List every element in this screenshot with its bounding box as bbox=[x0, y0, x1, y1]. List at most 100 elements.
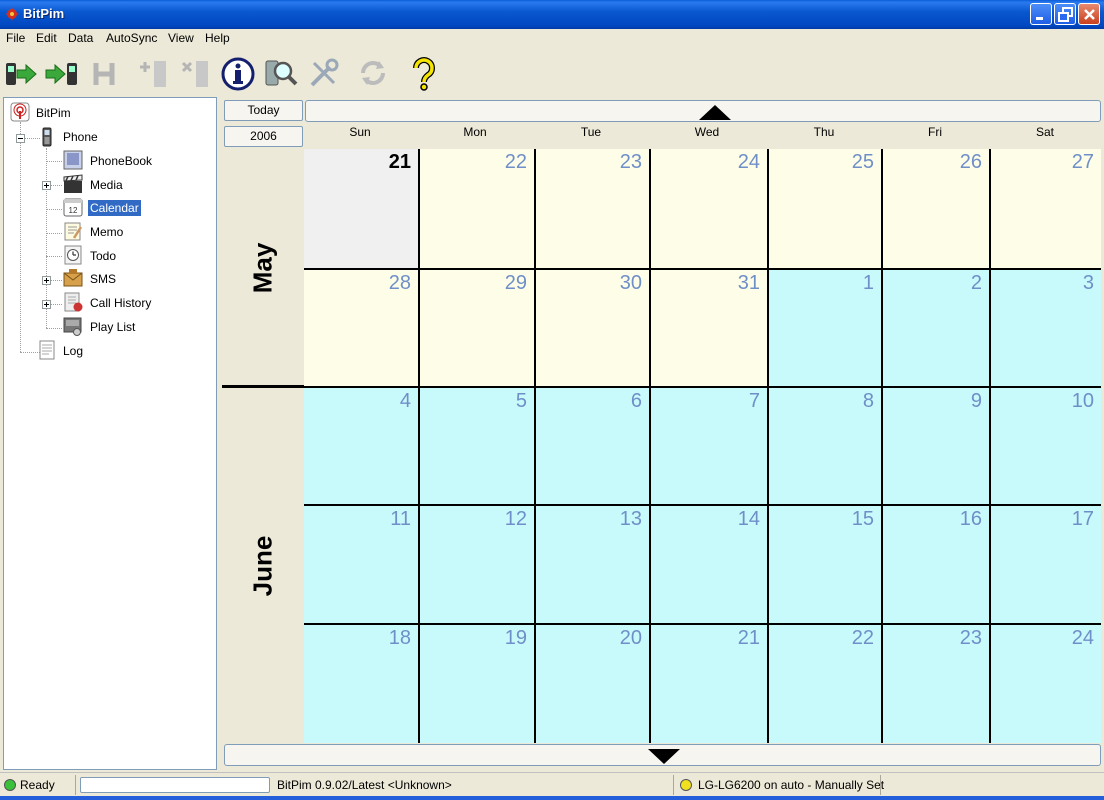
day-cell[interactable]: 12 bbox=[420, 506, 534, 623]
close-button[interactable] bbox=[1078, 3, 1100, 25]
tree-expand-call-history[interactable] bbox=[42, 300, 51, 309]
minimize-button[interactable] bbox=[1030, 3, 1052, 25]
day-cell[interactable]: 11 bbox=[304, 506, 418, 623]
today-button[interactable]: Today bbox=[224, 100, 303, 121]
tree-item-log[interactable]: Log bbox=[61, 343, 85, 359]
get-phone-data-button[interactable] bbox=[3, 55, 39, 91]
month-name: June bbox=[247, 535, 278, 596]
day-cell[interactable]: 21 bbox=[304, 149, 418, 268]
dow-thu: Thu bbox=[813, 125, 835, 139]
menu-view[interactable]: View bbox=[168, 31, 194, 45]
tree-item-memo[interactable]: Memo bbox=[88, 224, 125, 240]
menu-help[interactable]: Help bbox=[205, 31, 230, 45]
settings-tools-button[interactable] bbox=[306, 55, 342, 91]
todo-clock-icon bbox=[64, 245, 82, 265]
tree-expand-sms[interactable] bbox=[42, 276, 51, 285]
day-cell[interactable]: 14 bbox=[651, 506, 767, 623]
dow-tue: Tue bbox=[580, 125, 602, 139]
status-separator bbox=[673, 775, 674, 795]
day-cell[interactable]: 3 bbox=[991, 270, 1101, 386]
call-history-icon bbox=[64, 292, 83, 312]
day-cell[interactable]: 4 bbox=[304, 388, 418, 504]
day-cell[interactable]: 9 bbox=[883, 388, 989, 504]
scroll-down-bar[interactable] bbox=[224, 744, 1101, 766]
menu-data[interactable]: Data bbox=[68, 31, 93, 45]
day-cell[interactable]: 22 bbox=[420, 149, 534, 268]
day-cell[interactable]: 23 bbox=[883, 625, 989, 743]
day-cell[interactable]: 24 bbox=[651, 149, 767, 268]
day-cell[interactable]: 29 bbox=[420, 270, 534, 386]
bitpim-window: BitPim File Edit Data AutoSync View Help bbox=[0, 0, 1104, 800]
day-cell[interactable]: 24 bbox=[991, 625, 1101, 743]
dow-sun: Sun bbox=[349, 125, 371, 139]
day-cell[interactable]: 15 bbox=[769, 506, 881, 623]
close-icon bbox=[1084, 9, 1095, 20]
tree-item-calendar[interactable]: Calendar bbox=[88, 200, 141, 216]
day-cell[interactable]: 27 bbox=[991, 149, 1101, 268]
day-cell[interactable]: 19 bbox=[420, 625, 534, 743]
day-number: 14 bbox=[737, 508, 760, 530]
day-cell[interactable]: 31 bbox=[651, 270, 767, 386]
log-document-icon bbox=[39, 340, 55, 360]
day-number: 30 bbox=[619, 272, 642, 294]
day-cell[interactable]: 21 bbox=[651, 625, 767, 743]
day-cell[interactable]: 13 bbox=[536, 506, 649, 623]
month-label-may: May bbox=[222, 149, 304, 386]
day-cell[interactable]: 1 bbox=[769, 270, 881, 386]
day-cell[interactable]: 23 bbox=[536, 149, 649, 268]
tree-collapse-phone[interactable] bbox=[16, 134, 25, 143]
day-cell[interactable]: 6 bbox=[536, 388, 649, 504]
day-cell[interactable]: 25 bbox=[769, 149, 881, 268]
refresh-button[interactable] bbox=[355, 55, 391, 91]
menu-edit[interactable]: Edit bbox=[36, 31, 57, 45]
status-version: BitPim 0.9.02/Latest <Unknown> bbox=[277, 778, 452, 792]
menu-autosync[interactable]: AutoSync bbox=[106, 31, 157, 45]
menu-file[interactable]: File bbox=[6, 31, 25, 45]
day-cell[interactable]: 30 bbox=[536, 270, 649, 386]
tree-item-todo[interactable]: Todo bbox=[88, 248, 118, 264]
day-cell[interactable]: 26 bbox=[883, 149, 989, 268]
delete-entry-button[interactable] bbox=[178, 55, 214, 91]
tree-item-play-list[interactable]: Play List bbox=[88, 319, 137, 335]
tree-item-media[interactable]: Media bbox=[88, 177, 125, 193]
day-cell[interactable]: 10 bbox=[991, 388, 1101, 504]
add-entry-button[interactable] bbox=[136, 55, 172, 91]
taskbar-edge bbox=[0, 796, 1104, 800]
tree-item-bitpim[interactable]: BitPim bbox=[34, 105, 73, 121]
history-button[interactable] bbox=[88, 55, 124, 91]
day-cell[interactable]: 17 bbox=[991, 506, 1101, 623]
day-cell[interactable]: 2 bbox=[883, 270, 989, 386]
month-label-june: June bbox=[222, 388, 304, 743]
tree-expand-media[interactable] bbox=[42, 181, 51, 190]
day-number: 9 bbox=[970, 390, 982, 412]
day-cell[interactable]: 8 bbox=[769, 388, 881, 504]
scroll-up-bar[interactable] bbox=[305, 100, 1101, 122]
day-number: 12 bbox=[504, 508, 527, 530]
add-entry-icon bbox=[140, 61, 166, 87]
info-icon bbox=[221, 57, 255, 91]
day-cell[interactable]: 5 bbox=[420, 388, 534, 504]
tree-item-sms[interactable]: SMS bbox=[88, 271, 118, 287]
send-phone-data-button[interactable] bbox=[44, 55, 80, 91]
day-cell[interactable]: 28 bbox=[304, 270, 418, 386]
day-cell[interactable]: 18 bbox=[304, 625, 418, 743]
day-number: 24 bbox=[1071, 627, 1094, 649]
bitpim-logo-icon bbox=[5, 7, 19, 21]
tree-item-call-history[interactable]: Call History bbox=[88, 295, 153, 311]
day-cell[interactable]: 7 bbox=[651, 388, 767, 504]
day-cell[interactable]: 22 bbox=[769, 625, 881, 743]
tree-item-phone[interactable]: Phone bbox=[61, 129, 100, 145]
info-button[interactable] bbox=[220, 55, 256, 91]
day-number: 8 bbox=[862, 390, 874, 412]
day-cell[interactable]: 20 bbox=[536, 625, 649, 743]
day-cell[interactable]: 16 bbox=[883, 506, 989, 623]
find-phone-button[interactable] bbox=[263, 55, 299, 91]
year-button[interactable]: 2006 bbox=[224, 126, 303, 147]
title-bar[interactable]: BitPim bbox=[0, 0, 1104, 29]
tree-item-phonebook[interactable]: PhoneBook bbox=[88, 153, 154, 169]
day-number: 2 bbox=[970, 272, 982, 294]
restore-button[interactable] bbox=[1054, 3, 1076, 25]
day-number: 7 bbox=[748, 390, 760, 412]
refresh-icon bbox=[361, 61, 385, 85]
help-button[interactable] bbox=[406, 55, 442, 91]
